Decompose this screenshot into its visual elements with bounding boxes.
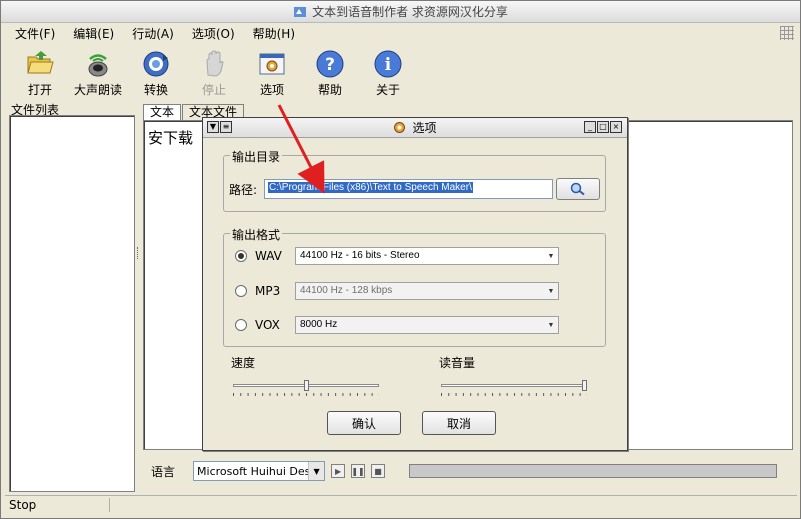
- dialog-close-button[interactable]: ×: [610, 121, 622, 133]
- panel-splitter[interactable]: [137, 247, 140, 259]
- format-row-wav: WAV 44100 Hz - 16 bits - Stereo ▼: [235, 246, 559, 266]
- dialog-minimize-button[interactable]: _: [584, 121, 596, 133]
- wav-format-value: 44100 Hz - 16 bits - Stereo: [300, 250, 420, 261]
- status-text: Stop: [9, 497, 37, 512]
- speed-thumb[interactable]: [304, 380, 309, 391]
- question-mark-icon: ?: [316, 50, 344, 78]
- volume-thumb[interactable]: [582, 380, 587, 391]
- chevron-down-icon: ▼: [547, 321, 555, 329]
- menu-action[interactable]: 行动(A): [132, 25, 174, 42]
- status-separator: [109, 498, 110, 512]
- toolbar: 打开 大声朗读 转换 停止 选项 ? 帮助 i 关于: [1, 45, 800, 101]
- volume-slider[interactable]: [441, 380, 587, 396]
- hand-stop-icon: [206, 50, 224, 77]
- mp3-label: MP3: [255, 284, 281, 298]
- app-window: 文本到语音制作者 求资源网汉化分享 文件(F) 编辑(E) 行动(A) 选项(O…: [0, 0, 801, 519]
- menu-bar: 文件(F) 编辑(E) 行动(A) 选项(O) 帮助(H): [1, 23, 800, 43]
- read-aloud-label: 大声朗读: [73, 83, 122, 97]
- language-value: Microsoft Huihui Deskto: [197, 464, 326, 478]
- read-aloud-button[interactable]: 大声朗读: [69, 45, 127, 99]
- svg-text:i: i: [385, 55, 392, 75]
- app-icon: [294, 6, 307, 17]
- language-select[interactable]: Microsoft Huihui Deskto ▼: [193, 461, 326, 481]
- info-icon: i: [374, 50, 402, 78]
- grip-icon: [780, 26, 794, 40]
- window-title: 文本到语音制作者 求资源网汉化分享: [312, 5, 508, 19]
- progress-bar: [409, 464, 778, 478]
- dialog-title-bar: ▼ ≡ 选项 _ □ ×: [203, 118, 627, 138]
- svg-text:?: ?: [325, 55, 335, 75]
- format-row-mp3: MP3 44100 Hz - 128 kbps ▼: [235, 281, 559, 301]
- status-bar: Stop: [5, 495, 797, 513]
- speaker-icon: [88, 54, 108, 77]
- language-row: 语言 Microsoft Huihui Deskto ▼ ▶ ❚❚ ■: [143, 459, 793, 483]
- wav-radio[interactable]: [235, 250, 247, 262]
- options-icon: [394, 122, 406, 133]
- volume-track: [441, 384, 587, 387]
- volume-label: 读音量: [439, 356, 476, 370]
- dialog-maximize-button[interactable]: □: [597, 121, 609, 133]
- format-row-vox: VOX 8000 Hz ▼: [235, 315, 559, 335]
- chevron-down-icon: ▼: [547, 287, 555, 295]
- speed-label: 速度: [231, 356, 256, 370]
- language-label: 语言: [151, 464, 176, 479]
- stop-media-button[interactable]: ■: [371, 464, 386, 478]
- speed-slider[interactable]: [233, 380, 379, 396]
- output-dir-title: 输出目录: [230, 148, 283, 165]
- mp3-format-select[interactable]: 44100 Hz - 128 kbps ▼: [295, 282, 559, 300]
- path-value: C:\Program Files (x86)\Text to Speech Ma…: [268, 182, 473, 193]
- volume-ticks: [441, 393, 587, 396]
- help-label: 帮助: [317, 83, 342, 97]
- pause-icon: ❚❚: [351, 466, 365, 476]
- convert-label: 转换: [143, 83, 168, 97]
- chevron-down-icon: ▼: [308, 462, 325, 480]
- vox-format-select[interactable]: 8000 Hz ▼: [295, 316, 559, 334]
- browse-button[interactable]: [556, 178, 600, 200]
- convert-icon: [143, 51, 169, 77]
- open-button[interactable]: 打开: [11, 45, 69, 99]
- mp3-radio[interactable]: [235, 285, 247, 297]
- dialog-menu-button[interactable]: ▼: [207, 121, 219, 133]
- convert-button[interactable]: 转换: [127, 45, 185, 99]
- menu-help[interactable]: 帮助(H): [253, 25, 295, 42]
- menu-options[interactable]: 选项(O): [192, 25, 235, 42]
- folder-open-icon: [27, 51, 54, 74]
- file-list[interactable]: [9, 115, 135, 492]
- path-input[interactable]: C:\Program Files (x86)\Text to Speech Ma…: [264, 179, 553, 199]
- search-icon: [570, 182, 585, 196]
- editor-text: 安下载: [148, 129, 194, 147]
- dialog-pin-button[interactable]: ≡: [220, 121, 232, 133]
- play-icon: ▶: [334, 466, 342, 476]
- options-dialog: ▼ ≡ 选项 _ □ × 输出目录 路径: C:\Program Files (…: [202, 117, 628, 451]
- stop-button[interactable]: 停止: [185, 45, 243, 99]
- title-bar: 文本到语音制作者 求资源网汉化分享: [1, 1, 800, 23]
- tab-text[interactable]: 文本: [143, 104, 182, 120]
- output-format-title: 输出格式: [230, 226, 283, 243]
- pause-button[interactable]: ❚❚: [351, 464, 366, 478]
- mp3-format-value: 44100 Hz - 128 kbps: [300, 285, 393, 296]
- options-button[interactable]: 选项: [243, 45, 301, 99]
- menu-file[interactable]: 文件(F): [15, 25, 55, 42]
- wav-format-select[interactable]: 44100 Hz - 16 bits - Stereo ▼: [295, 247, 559, 265]
- wav-label: WAV: [255, 249, 282, 263]
- help-button[interactable]: ? 帮助: [301, 45, 359, 99]
- about-label: 关于: [375, 83, 400, 97]
- about-button[interactable]: i 关于: [359, 45, 417, 99]
- play-button[interactable]: ▶: [331, 464, 346, 478]
- path-label: 路径:: [229, 183, 258, 197]
- dialog-title: 选项: [412, 121, 437, 135]
- speed-ticks: [233, 393, 379, 396]
- vox-radio[interactable]: [235, 319, 247, 331]
- stop-label: 停止: [201, 83, 226, 97]
- ok-button[interactable]: 确认: [327, 411, 401, 435]
- cancel-button[interactable]: 取消: [422, 411, 496, 435]
- vox-label: VOX: [255, 318, 280, 332]
- stop-square-icon: ■: [374, 466, 382, 476]
- options-label: 选项: [259, 83, 284, 97]
- options-window-icon: [259, 53, 285, 75]
- vox-format-value: 8000 Hz: [300, 319, 338, 330]
- chevron-down-icon: ▼: [547, 252, 555, 260]
- open-label: 打开: [27, 83, 52, 97]
- menu-edit[interactable]: 编辑(E): [73, 25, 114, 42]
